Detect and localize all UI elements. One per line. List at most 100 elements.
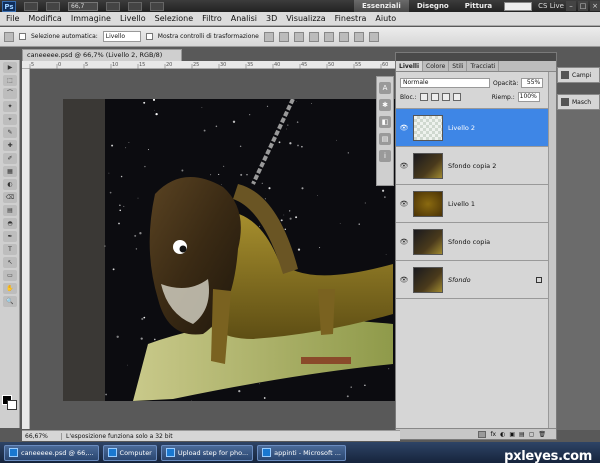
lock-position-icon[interactable] <box>441 93 450 101</box>
menu-filtro[interactable]: Filtro <box>202 14 222 23</box>
align-top-icon[interactable] <box>263 31 274 42</box>
align-bottom-icon[interactable] <box>293 31 304 42</box>
brush-tool-icon[interactable]: ✐ <box>3 153 17 164</box>
align-center-icon[interactable] <box>323 31 334 42</box>
menu-modifica[interactable]: Modifica <box>28 14 61 23</box>
search-input[interactable] <box>504 1 533 11</box>
menu-visualizza[interactable]: Visualizza <box>286 14 325 23</box>
zoom-tool-icon[interactable]: 🔍 <box>3 296 17 307</box>
align-middle-icon[interactable] <box>278 31 289 42</box>
document-canvas-image[interactable] <box>63 99 398 401</box>
close-button[interactable]: × <box>590 1 600 11</box>
taskbar-item-computer[interactable]: Computer <box>102 444 157 461</box>
zoom-percentage[interactable]: 66,67% <box>22 432 62 440</box>
eye-icon[interactable]: 👁 <box>399 238 409 246</box>
crop-tool-icon[interactable]: ⌖ <box>3 114 17 125</box>
move-tool-icon[interactable]: ▶ <box>3 62 17 73</box>
history-brush-tool-icon[interactable]: ◐ <box>3 179 17 190</box>
masks-mini-panel[interactable]: Masch <box>557 94 600 110</box>
menu-livello[interactable]: Livello <box>120 14 146 23</box>
layer-row[interactable]: 👁 Sfondo copia <box>396 223 556 261</box>
align-right-icon[interactable] <box>338 31 349 42</box>
cs-live-button[interactable]: CS Live <box>538 2 564 10</box>
layer-row[interactable]: 👁 Livello 1 <box>396 185 556 223</box>
tab-tracciati[interactable]: Tracciati <box>467 61 500 71</box>
quick-select-tool-icon[interactable]: ✦ <box>3 101 17 112</box>
gradient-tool-icon[interactable]: ▤ <box>3 205 17 216</box>
show-transform-checkbox[interactable] <box>145 33 153 40</box>
path-select-tool-icon[interactable]: ↖ <box>3 257 17 268</box>
opacity-input[interactable]: 55% <box>521 78 544 88</box>
minimize-button[interactable]: – <box>566 1 576 11</box>
background-color-swatch[interactable] <box>7 400 17 410</box>
trash-icon[interactable]: 🗑 <box>538 431 546 438</box>
layer-mask-icon[interactable]: ◐ <box>500 431 505 438</box>
shape-tool-icon[interactable]: ▭ <box>3 270 17 281</box>
auto-align-icon[interactable] <box>368 31 379 42</box>
lock-transparency-icon[interactable] <box>419 93 428 101</box>
lock-pixels-icon[interactable] <box>430 93 439 101</box>
bridge-button[interactable] <box>24 1 38 11</box>
menu-file[interactable]: File <box>6 14 19 23</box>
hand-tool-button[interactable] <box>106 1 120 11</box>
hand-tool-icon[interactable]: ✋ <box>3 283 17 294</box>
move-tool-preset-icon[interactable] <box>4 31 14 42</box>
type-tool-icon[interactable]: T <box>3 244 17 255</box>
layer-row[interactable]: 👁 Sfondo <box>396 261 556 299</box>
brushes-panel-icon[interactable]: ✱ <box>379 99 391 111</box>
taskbar-item-photoshop[interactable]: caneeeee.psd @ 66,... <box>4 444 99 461</box>
menu-immagine[interactable]: Immagine <box>71 14 111 23</box>
eyedropper-tool-icon[interactable]: ✎ <box>3 127 17 138</box>
blend-mode-select[interactable]: Normale <box>400 78 490 88</box>
maximize-button[interactable]: □ <box>578 1 588 11</box>
marquee-tool-icon[interactable]: ⬚ <box>3 75 17 86</box>
auto-select-target-select[interactable]: Livello <box>102 31 141 42</box>
taskbar-item-word[interactable]: appinti - Microsoft ... <box>257 444 346 461</box>
lock-all-icon[interactable] <box>452 93 461 101</box>
navigator-panel-icon[interactable]: ◧ <box>379 116 391 128</box>
arrange-documents-button[interactable] <box>128 1 142 11</box>
tab-colore[interactable]: Colore <box>423 61 450 71</box>
workspace-painting[interactable]: Pittura <box>457 0 500 12</box>
eye-icon[interactable]: 👁 <box>399 162 409 170</box>
eye-icon[interactable]: 👁 <box>399 200 409 208</box>
workspace-design[interactable]: Disegno <box>409 0 457 12</box>
layer-row[interactable]: 👁 Livello 2 <box>396 109 556 147</box>
auto-select-checkbox[interactable] <box>19 33 26 40</box>
fill-input[interactable]: 100% <box>517 92 540 102</box>
layers-scrollbar[interactable] <box>548 72 556 430</box>
menu-3d[interactable]: 3D <box>266 14 277 23</box>
character-panel-icon[interactable]: A <box>379 82 391 94</box>
new-layer-icon[interactable]: ▢ <box>529 431 535 438</box>
menu-aiuto[interactable]: Aiuto <box>375 14 396 23</box>
tab-livelli[interactable]: Livelli <box>396 61 424 71</box>
taskbar-item-browser[interactable]: Upload step for pho... <box>160 444 254 461</box>
new-group-icon[interactable]: ▤ <box>519 431 525 438</box>
eraser-tool-icon[interactable]: ⌫ <box>3 192 17 203</box>
layers-panel-header[interactable] <box>396 53 556 61</box>
clone-stamp-tool-icon[interactable]: ▦ <box>3 166 17 177</box>
distribute-icon[interactable] <box>353 31 364 42</box>
channels-mini-panel[interactable]: Campi <box>557 67 600 83</box>
eye-icon[interactable]: 👁 <box>399 276 409 284</box>
adjustment-layer-icon[interactable]: ▣ <box>509 431 515 438</box>
histogram-panel-icon[interactable]: ▤ <box>379 133 391 145</box>
workspace-essentials[interactable]: Essenziali <box>353 0 409 12</box>
menu-analisi[interactable]: Analisi <box>231 14 257 23</box>
dodge-tool-icon[interactable]: ◓ <box>3 218 17 229</box>
lasso-tool-icon[interactable]: ⌒ <box>3 88 17 99</box>
pen-tool-icon[interactable]: ✒ <box>3 231 17 242</box>
document-tab[interactable]: caneeeee.psd @ 66,7% (Livello 2, RGB/8) <box>22 49 182 61</box>
zoom-level-select[interactable]: 66,7 <box>68 1 98 11</box>
view-extras-button[interactable] <box>46 1 60 11</box>
info-panel-icon[interactable]: i <box>379 150 391 162</box>
link-layers-icon[interactable] <box>478 430 487 438</box>
menu-selezione[interactable]: Selezione <box>155 14 193 23</box>
eye-icon[interactable]: 👁 <box>399 124 409 132</box>
fx-icon[interactable]: fx <box>490 431 496 438</box>
healing-tool-icon[interactable]: ✚ <box>3 140 17 151</box>
align-left-icon[interactable] <box>308 31 319 42</box>
tab-stili[interactable]: Stili <box>449 61 468 71</box>
menu-finestra[interactable]: Finestra <box>335 14 367 23</box>
screen-mode-button[interactable] <box>150 1 164 11</box>
